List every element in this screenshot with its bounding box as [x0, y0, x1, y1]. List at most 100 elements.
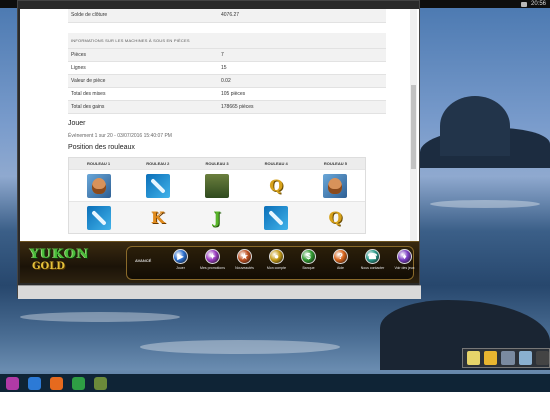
menu-icon: ✦	[205, 249, 220, 264]
gamepad-icon[interactable]	[501, 351, 515, 365]
chat-icon[interactable]	[6, 376, 19, 390]
slot-app-icon[interactable]	[28, 376, 41, 390]
prospector-symbol	[323, 173, 348, 198]
mountain-silhouette	[440, 96, 510, 156]
menu-item-label: Nous contacter	[360, 266, 385, 270]
ice-axe-symbol	[145, 173, 170, 198]
menu-item-banque[interactable]: $ Banque	[295, 249, 322, 270]
row-label: Valeur de pièce	[68, 74, 218, 88]
reel-cell: J	[187, 206, 246, 230]
menu-icon: ●	[269, 249, 284, 264]
reel-header: ROULEAU 4	[264, 161, 288, 166]
scrollbar-thumb[interactable]	[411, 85, 416, 169]
menu-item-label: Nouveautés	[235, 266, 254, 270]
row-label: Total des gains	[68, 100, 218, 114]
tray-overflow-flyout	[462, 348, 550, 368]
table-row: Pièces 7	[68, 48, 386, 62]
closing-balance-label: Solde de clôture	[68, 9, 218, 23]
letter-j-symbol: J	[213, 208, 221, 227]
menu-label: AVANCÉ	[135, 258, 152, 263]
history-content: Solde de clôture 4076.27 INFORMATIONS SU…	[20, 9, 419, 241]
play-heading: Jouer	[68, 120, 86, 127]
wave-foam	[20, 312, 180, 322]
row-label: Pièces	[68, 48, 218, 62]
table-row: Total des gains 178665 pièces	[68, 100, 386, 114]
menu-item-jouer[interactable]: ▶ Jouer	[167, 249, 194, 270]
prospector-symbol	[86, 173, 111, 198]
reel-cell	[187, 173, 246, 198]
reel-cell	[128, 173, 187, 198]
yukon-gold-logo: YUKON GOLD	[24, 247, 104, 279]
table-row: Valeur de pièce 0.02	[68, 74, 386, 88]
tent-symbol	[205, 173, 229, 198]
reel-header: ROULEAU 2	[146, 161, 170, 166]
machine-info-table: Pièces 7 Lignes 15 Valeur de pièce 0.02 …	[68, 48, 386, 114]
menu-item-label: Banque	[302, 266, 315, 270]
event-line: Événement 1 sur 20 - 03/07/2016 15:40:07…	[68, 133, 172, 139]
logo-text-top: YUKON	[30, 247, 90, 262]
table-row: Total des mises 105 pièces	[68, 87, 386, 101]
menu-item-mes-promotions[interactable]: ✦ Mes promotions	[199, 249, 226, 270]
casino-menu-bar: YUKON GOLD AVANCÉ ▶ Jouer ✦ Mes promotions ★…	[20, 241, 419, 283]
reel-cell	[69, 173, 128, 198]
window-bottom-edge	[18, 285, 421, 299]
menu-item-label: Mes promotions	[200, 266, 225, 270]
menu-item-aide[interactable]: ? Aide	[327, 249, 354, 270]
menu-icon: ?	[333, 249, 348, 264]
reel-header-row: ROULEAU 1 ROULEAU 2 ROULEAU 3 ROULEAU 4 …	[69, 158, 365, 169]
menu-item-voir-des-jeux[interactable]: ♦ Voir des jeux	[391, 249, 418, 270]
menu-item-label: Voir des jeux	[394, 266, 415, 270]
network-icon[interactable]	[518, 351, 532, 365]
casino-window: Solde de clôture 4076.27 INFORMATIONS SU…	[17, 0, 421, 299]
logo-text-bottom: GOLD	[32, 261, 65, 272]
clock: 20:56	[530, 1, 546, 7]
menu-items: ▶ Jouer ✦ Mes promotions ★ Nouveautés ● Mon com…	[167, 249, 418, 270]
ice-axe-symbol	[264, 205, 289, 230]
reel-cell: Q	[247, 174, 306, 198]
menu-icon: ☎	[365, 249, 380, 264]
ice-axe-symbol	[86, 205, 111, 230]
row-value: 7	[218, 48, 386, 62]
reel-cell	[247, 205, 306, 230]
menu-item-nouveautés[interactable]: ★ Nouveautés	[231, 249, 258, 270]
row-label: Total des mises	[68, 87, 218, 101]
menu-icon: $	[301, 249, 316, 264]
letter-k-symbol: K	[150, 208, 165, 227]
row-value: 105 pièces	[218, 87, 386, 101]
balance-table: Solde de clôture 4076.27	[68, 9, 386, 23]
car-icon[interactable]	[535, 351, 550, 365]
battery-icon	[520, 1, 527, 7]
reels-heading: Position des rouleaux	[68, 144, 135, 151]
table-row: Lignes 15	[68, 61, 386, 75]
smiley-icon[interactable]	[484, 351, 498, 365]
reel-header: ROULEAU 1	[87, 161, 111, 166]
menu-icon: ▶	[173, 249, 188, 264]
menu-item-label: Mon compte	[266, 266, 287, 270]
reel-cell: K	[128, 206, 187, 230]
closing-balance-value: 4076.27	[218, 9, 386, 23]
menu-item-nous-contacter[interactable]: ☎ Nous contacter	[359, 249, 386, 270]
reel-cell: Q	[306, 206, 365, 230]
row-value: 178665 pièces	[218, 100, 386, 114]
casino-menu-panel: AVANCÉ ▶ Jouer ✦ Mes promotions ★ Nouveautés ●…	[126, 246, 415, 280]
chrome-icon[interactable]	[72, 376, 85, 390]
menu-item-label: Jouer	[176, 266, 185, 270]
taskbar	[0, 374, 550, 392]
wave-foam	[140, 340, 340, 354]
reel-cell	[69, 205, 128, 230]
firefox-icon[interactable]	[50, 376, 63, 390]
row-value: 15	[218, 61, 386, 75]
menu-item-mon-compte[interactable]: ● Mon compte	[263, 249, 290, 270]
letter-q-symbol: Q	[269, 176, 284, 195]
folder-icon[interactable]	[467, 351, 481, 365]
menu-icon: ♦	[397, 249, 412, 264]
reel-header: ROULEAU 5	[323, 161, 347, 166]
bottom-blank-area	[0, 392, 550, 420]
casino-icon[interactable]	[94, 376, 107, 390]
wave-foam	[430, 200, 540, 208]
reel-row: Q	[69, 169, 365, 201]
row-label: Lignes	[68, 61, 218, 75]
reel-cell	[306, 173, 365, 198]
reel-header: ROULEAU 3	[205, 161, 229, 166]
menu-icon: ★	[237, 249, 252, 264]
